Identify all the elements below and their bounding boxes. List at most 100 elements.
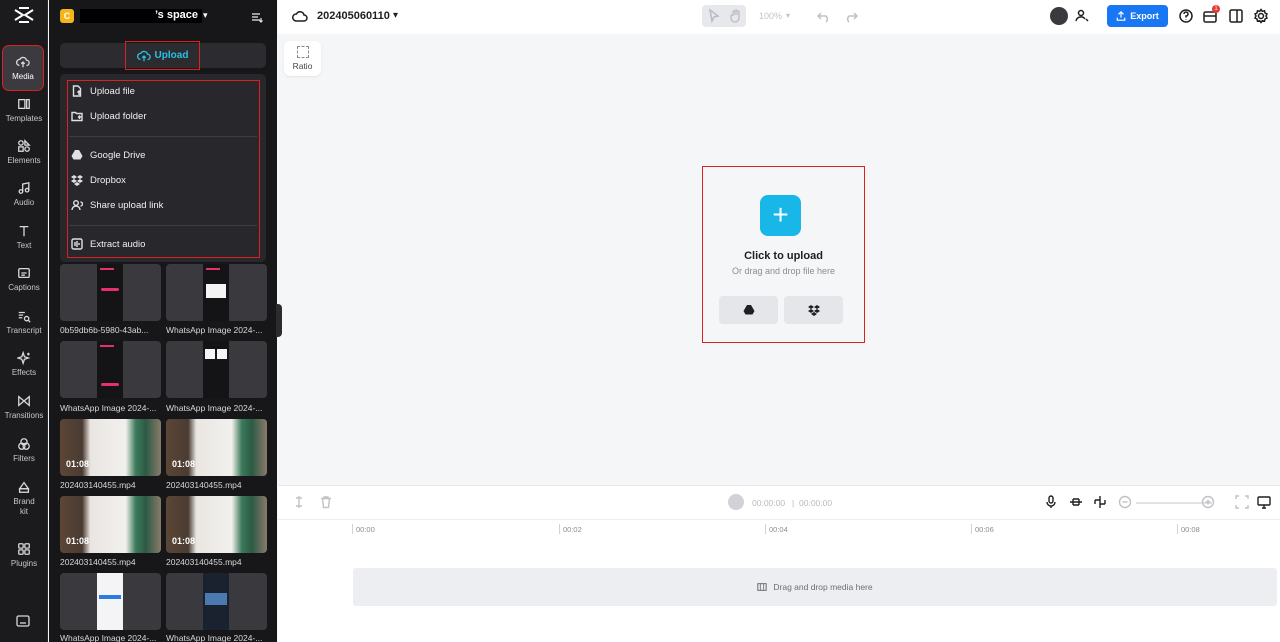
rail-item-effects[interactable]: Effects bbox=[0, 342, 48, 386]
zoom-in-icon[interactable] bbox=[1201, 495, 1215, 509]
menu-item-share-upload-link[interactable]: Share upload link bbox=[71, 196, 163, 214]
zoom-out-icon[interactable] bbox=[1118, 495, 1132, 509]
menu-item-upload-file[interactable]: Upload file bbox=[71, 82, 135, 100]
notification-badge: 1 bbox=[1212, 5, 1220, 13]
video-duration: 01:08 bbox=[172, 459, 196, 469]
rail-label: Filters bbox=[13, 453, 35, 463]
ruler-mark bbox=[1177, 524, 1178, 534]
hand-icon[interactable] bbox=[728, 8, 744, 24]
rail-item-media[interactable]: Media bbox=[2, 45, 44, 91]
link-icon[interactable] bbox=[1093, 495, 1107, 509]
menu-item-extract-audio[interactable]: Extract audio bbox=[71, 235, 145, 253]
magnet-icon[interactable] bbox=[1069, 495, 1083, 509]
media-filename: WhatsApp Image 2024-... bbox=[60, 403, 157, 413]
play-button[interactable] bbox=[728, 494, 744, 510]
folder-upload-icon bbox=[71, 111, 83, 122]
rail-label: Audio bbox=[13, 197, 35, 207]
rail-item-audio[interactable]: Audio bbox=[0, 172, 48, 216]
project-title[interactable]: 202405060110 bbox=[317, 10, 390, 22]
menu-item-label: Google Drive bbox=[90, 149, 146, 161]
media-filename: 0b59db6b-5980-43ab... bbox=[60, 325, 149, 335]
timeline: 00:00:00 | 00:00:00 00:00 00:02 00:04 00… bbox=[278, 485, 1280, 642]
ruler-label: 00:08 bbox=[1181, 525, 1200, 534]
select-pointer-icon[interactable] bbox=[706, 8, 722, 24]
menu-item-google-drive[interactable]: Google Drive bbox=[71, 146, 145, 164]
media-filename: 202403140455.mp4 bbox=[166, 480, 242, 490]
media-thumbnail[interactable] bbox=[166, 264, 267, 321]
media-thumbnail[interactable] bbox=[60, 264, 161, 321]
menu-item-label: Dropbox bbox=[90, 174, 126, 186]
fit-icon[interactable] bbox=[1235, 495, 1249, 509]
rail-item-brand-kit[interactable]: Brand kit bbox=[0, 475, 48, 521]
ruler-mark bbox=[765, 524, 766, 534]
media-filename: WhatsApp Image 2024-... bbox=[166, 403, 263, 413]
ratio-icon bbox=[296, 46, 309, 58]
gear-icon[interactable] bbox=[1253, 8, 1269, 24]
time-separator: | bbox=[792, 498, 795, 508]
chevron-down-icon[interactable]: ▾ bbox=[393, 10, 398, 21]
rail-item-elements[interactable]: Elements bbox=[0, 130, 48, 174]
microphone-icon[interactable] bbox=[1044, 495, 1058, 509]
capcut-logo-icon[interactable] bbox=[13, 6, 35, 24]
upload-button[interactable]: Upload bbox=[125, 41, 200, 70]
menu-item-upload-folder[interactable]: Upload folder bbox=[71, 107, 147, 125]
rail-item-transcript[interactable]: Transcript bbox=[0, 300, 48, 344]
add-media-button[interactable]: + bbox=[760, 195, 801, 236]
rail-item-templates[interactable]: Templates bbox=[0, 88, 48, 132]
trash-icon[interactable] bbox=[319, 495, 333, 509]
zoom-level[interactable]: 100% bbox=[759, 11, 782, 21]
cloud-sync-icon bbox=[292, 9, 308, 25]
export-button[interactable]: Export bbox=[1107, 5, 1168, 27]
menu-item-dropbox[interactable]: Dropbox bbox=[71, 171, 126, 189]
panel-collapse-handle[interactable] bbox=[276, 304, 282, 337]
media-thumbnail[interactable]: 01:08 bbox=[166, 419, 267, 476]
media-thumbnail[interactable] bbox=[166, 573, 267, 630]
ruler-mark bbox=[352, 524, 353, 534]
top-header: 202405060110 ▾ 100% ▾ Export 1 bbox=[278, 0, 1280, 34]
help-icon[interactable] bbox=[1178, 8, 1194, 24]
avatar[interactable] bbox=[1050, 7, 1068, 25]
sparkle-icon bbox=[17, 350, 31, 365]
rail-item-plugins[interactable]: Plugins bbox=[0, 533, 48, 577]
panel-settings-icon[interactable] bbox=[251, 10, 263, 23]
layout-icon[interactable] bbox=[1228, 8, 1244, 24]
rail-item-text[interactable]: Text bbox=[0, 215, 48, 259]
media-thumbnail[interactable]: 01:08 bbox=[60, 419, 161, 476]
rail-item-filters[interactable]: Filters bbox=[0, 428, 48, 472]
media-filename: WhatsApp Image 2024-... bbox=[166, 325, 263, 335]
timeline-divider bbox=[278, 519, 1280, 520]
menu-item-label: Upload file bbox=[90, 85, 135, 97]
media-thumbnail[interactable]: 01:08 bbox=[60, 496, 161, 553]
rail-item-captions[interactable]: Captions bbox=[0, 257, 48, 301]
ruler-label: 00:04 bbox=[769, 525, 788, 534]
menu-item-label: Extract audio bbox=[90, 238, 146, 250]
video-duration: 01:08 bbox=[172, 536, 196, 546]
total-time: 00:00:00 bbox=[799, 498, 833, 508]
ratio-button[interactable]: Ratio bbox=[284, 41, 321, 76]
chevron-down-icon[interactable]: ▾ bbox=[786, 11, 790, 20]
redo-icon[interactable] bbox=[843, 8, 859, 24]
user-share-icon[interactable] bbox=[1074, 8, 1090, 24]
dropbox-button[interactable] bbox=[784, 296, 843, 324]
media-thumbnail[interactable] bbox=[60, 573, 161, 630]
templates-icon bbox=[18, 98, 30, 109]
google-drive-button[interactable] bbox=[719, 296, 778, 324]
keyboard-icon[interactable] bbox=[16, 614, 30, 627]
music-note-icon bbox=[18, 181, 30, 194]
undo-icon[interactable] bbox=[816, 8, 832, 24]
media-thumbnail[interactable] bbox=[60, 341, 161, 398]
dropbox-icon bbox=[71, 175, 83, 186]
preview-icon[interactable] bbox=[1257, 495, 1271, 509]
media-thumbnail[interactable] bbox=[166, 341, 267, 398]
filters-icon bbox=[18, 438, 30, 450]
video-duration: 01:08 bbox=[66, 536, 90, 546]
rail-item-transitions[interactable]: Transitions bbox=[0, 385, 48, 429]
ruler-mark bbox=[971, 524, 972, 534]
cloud-upload-icon bbox=[136, 50, 151, 61]
space-switcher[interactable]: C ’s space ▾ bbox=[49, 0, 277, 32]
timeline-drop-track[interactable]: Drag and drop media here bbox=[353, 568, 1277, 606]
media-thumbnail[interactable]: 01:08 bbox=[166, 496, 267, 553]
split-icon[interactable] bbox=[292, 495, 306, 509]
left-rail: Media Templates Elements Audio Text Capt… bbox=[0, 0, 48, 642]
ratio-label: Ratio bbox=[292, 61, 313, 71]
